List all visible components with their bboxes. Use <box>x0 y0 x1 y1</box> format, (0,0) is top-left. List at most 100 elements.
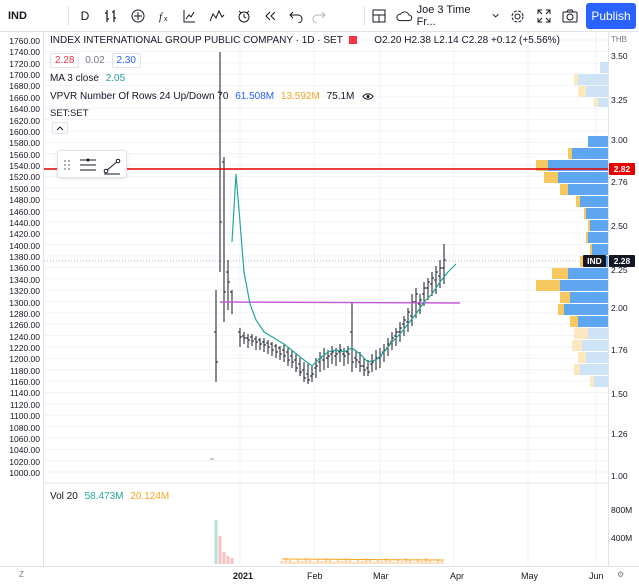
volume-bar <box>332 562 336 564</box>
redo-button[interactable] <box>308 4 330 28</box>
replay-icon <box>265 11 276 21</box>
legend-vpvr-row[interactable]: VPVR Number Of Rows 24 Up/Down 70 61.508… <box>50 91 374 102</box>
volume-label: Vol 20 <box>50 491 78 502</box>
vp-up-bar <box>558 172 608 183</box>
z-button[interactable]: Z <box>19 570 24 579</box>
vp-down-bar <box>558 304 564 315</box>
undo-button[interactable] <box>285 4 307 28</box>
vp-up-bar <box>580 364 608 375</box>
chart-area[interactable] <box>44 32 608 566</box>
right-axis-tick: 2.00 <box>611 303 628 313</box>
layout-icon <box>372 9 386 23</box>
price-chart[interactable] <box>44 32 608 566</box>
collapse-legend-button[interactable] <box>52 122 68 134</box>
bar-style-button[interactable] <box>100 4 122 28</box>
vp-down-bar <box>594 98 598 107</box>
right-axis-tick: 1.76 <box>611 345 628 355</box>
vp-up-bar <box>588 328 608 339</box>
legend-ma-row[interactable]: MA 3 close 2.05 <box>50 73 125 84</box>
volume-bar <box>218 536 222 564</box>
templates-button[interactable] <box>205 4 229 28</box>
toolbar-divider <box>364 6 365 26</box>
vp-up-bar <box>578 74 608 85</box>
publish-button[interactable]: Publish <box>586 3 636 29</box>
alert-button[interactable] <box>233 4 255 28</box>
fx-button[interactable]: fx <box>153 4 175 28</box>
right-axis-tick: 3.50 <box>611 51 628 61</box>
fullscreen-button[interactable] <box>533 4 555 28</box>
volume-bar <box>372 562 376 564</box>
vol-axis-label: 800M <box>611 505 633 515</box>
vp-up-bar <box>588 136 608 147</box>
volume-bar <box>412 562 416 564</box>
flag-icon[interactable] <box>349 36 358 45</box>
interval-button[interactable]: D <box>76 4 94 28</box>
left-axis-tick: 1160.00 <box>9 377 40 388</box>
vpvr-down: 13.592M <box>280 91 320 102</box>
vp-up-bar <box>568 184 608 195</box>
volume-bar <box>388 560 392 564</box>
volume-bar <box>392 562 396 564</box>
left-axis-tick: 1060.00 <box>9 433 40 444</box>
legend-title-row: INDEX INTERNATIONAL GROUP PUBLIC COMPANY… <box>50 35 560 46</box>
drag-handle-icon[interactable] <box>64 160 70 170</box>
left-axis-tick: 1360.00 <box>9 263 40 274</box>
replay-button[interactable] <box>259 4 281 28</box>
financials-button[interactable] <box>178 4 200 28</box>
vp-up-bar <box>572 148 608 159</box>
left-axis-tick: 1080.00 <box>9 422 40 433</box>
vp-up-bar <box>592 244 608 255</box>
volume-legend: Vol 20 58.473M 20.124M <box>50 491 169 502</box>
grid-lines <box>44 32 608 566</box>
vp-down-bar <box>590 244 592 255</box>
top-toolbar: IND D fx Joe 3 Time Fr... Publish <box>0 0 639 32</box>
vp-down-bar <box>570 316 578 327</box>
drawing-toolbar[interactable] <box>57 150 127 178</box>
right-axis-tick: 2.76 <box>611 177 628 187</box>
legend-title: INDEX INTERNATIONAL GROUP PUBLIC COMPANY… <box>50 35 343 46</box>
volume-bar <box>428 560 432 564</box>
financials-icon <box>183 10 195 23</box>
vp-down-bar <box>590 376 594 387</box>
left-axis-tick: 1100.00 <box>9 411 40 422</box>
left-axis-tick: 1320.00 <box>9 286 40 297</box>
vp-down-bar <box>586 232 588 243</box>
volume-bar <box>328 560 332 564</box>
volume-bar <box>408 560 412 564</box>
bid-box[interactable]: 2.28 <box>50 53 80 68</box>
ask-box[interactable]: 2.30 <box>111 53 141 68</box>
camera-icon <box>562 9 578 23</box>
toolbar-divider <box>68 6 69 26</box>
layout-button[interactable] <box>368 4 390 28</box>
left-axis-tick: 1740.00 <box>9 47 40 58</box>
vp-down-bar <box>578 86 586 97</box>
layout-name-button[interactable]: Joe 3 Time Fr... <box>396 4 500 28</box>
volume-profile <box>536 62 608 387</box>
legend-ohlc: O2.20 H2.38 L2.14 C2.28 +0.12 (+5.56%) <box>374 35 560 46</box>
vp-up-bar <box>582 340 608 351</box>
vp-down-bar <box>584 208 586 219</box>
indicators-button[interactable] <box>127 4 149 28</box>
trend-line-icon[interactable] <box>103 158 121 175</box>
vp-down-bar <box>536 280 560 291</box>
line-style-icon[interactable] <box>80 158 96 171</box>
right-axis-tick: 1.00 <box>611 471 628 481</box>
volume-bar <box>292 562 296 564</box>
chevron-up-icon <box>56 126 64 131</box>
left-axis-tick: 1640.00 <box>9 104 40 115</box>
settings-button[interactable] <box>506 4 528 28</box>
vp-down-bar <box>574 74 578 85</box>
right-price-scale[interactable] <box>608 32 639 566</box>
vp-up-bar <box>568 268 608 279</box>
left-axis-tick: 1300.00 <box>9 297 40 308</box>
settings-gear-small[interactable]: ⚙ <box>617 570 624 579</box>
left-axis-tick: 1420.00 <box>9 229 40 240</box>
volume-bar <box>424 558 428 564</box>
eye-icon[interactable] <box>362 92 374 101</box>
vp-down-bar <box>560 292 570 303</box>
left-axis-tick: 1660.00 <box>9 92 40 103</box>
vp-up-bar <box>598 98 608 107</box>
snapshot-button[interactable] <box>559 4 581 28</box>
symbol-search-button[interactable]: IND <box>4 4 34 28</box>
volume-bar <box>222 552 226 564</box>
